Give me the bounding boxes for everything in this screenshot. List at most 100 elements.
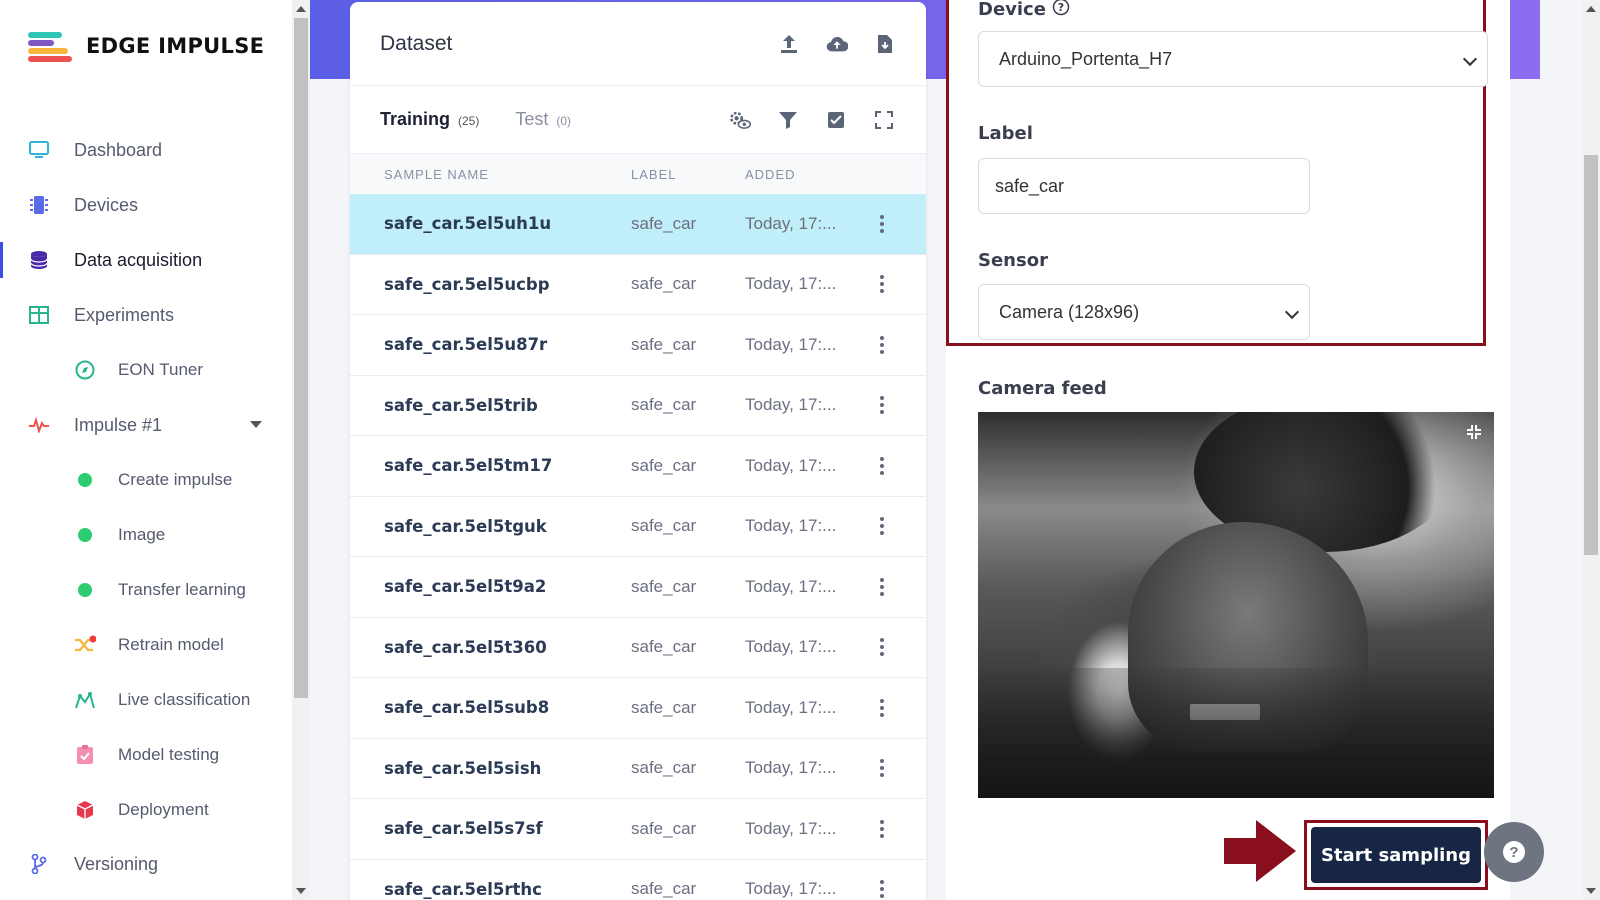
table-row[interactable]: safe_car.5el5rthc safe_car Today, 17:... <box>350 860 926 900</box>
more-options-icon[interactable] <box>872 335 892 354</box>
minimize-icon[interactable] <box>1466 424 1482 440</box>
collect-data-panel: Device ? Arduino_Portenta_H7 Label safe_… <box>946 0 1544 900</box>
more-options-icon[interactable] <box>872 517 892 536</box>
label-input[interactable]: safe_car <box>978 158 1310 214</box>
fullscreen-icon[interactable] <box>872 108 896 132</box>
scroll-down-arrow-icon[interactable] <box>1586 888 1596 894</box>
live-icon <box>74 689 96 711</box>
sidebar-item-dashboard[interactable]: Dashboard <box>0 128 292 172</box>
table-row[interactable]: safe_car.5el5tguk safe_car Today, 17:... <box>350 497 926 557</box>
more-options-icon[interactable] <box>872 880 892 899</box>
sidebar-item-impulse[interactable]: Impulse #1 <box>0 403 292 447</box>
sidebar-item-label: Deployment <box>118 800 209 819</box>
scroll-up-arrow-icon[interactable] <box>296 6 306 12</box>
sidebar-item-retrain-model[interactable]: Retrain model <box>0 623 292 667</box>
table-row[interactable]: safe_car.5el5trib safe_car Today, 17:... <box>350 376 926 436</box>
table-row[interactable]: safe_car.5el5t360 safe_car Today, 17:... <box>350 618 926 678</box>
column-header-added[interactable]: ADDED <box>745 167 865 182</box>
more-options-icon[interactable] <box>872 759 892 778</box>
chevron-down-icon <box>1284 304 1300 320</box>
sidebar-item-versioning[interactable]: Versioning <box>0 842 292 886</box>
sample-added: Today, 17:... <box>745 334 837 354</box>
more-options-icon[interactable] <box>872 638 892 657</box>
sidebar-item-transfer-learning[interactable]: Transfer learning <box>0 568 292 612</box>
dataset-tabs: Training (25) Test (0) <box>350 86 926 154</box>
camera-feed-preview <box>978 412 1494 798</box>
chip-icon <box>28 194 50 216</box>
table-row[interactable]: safe_car.5el5t9a2 safe_car Today, 17:... <box>350 557 926 618</box>
sample-name: safe_car.5el5trib <box>384 395 538 415</box>
tab-test[interactable]: Test (0) <box>515 109 571 130</box>
help-button[interactable]: ? <box>1484 822 1544 882</box>
column-header-label[interactable]: LABEL <box>631 167 745 182</box>
sidebar-item-image[interactable]: Image <box>0 513 292 557</box>
sample-added: Today, 17:... <box>745 395 837 415</box>
sample-name: safe_car.5el5uh1u <box>384 214 552 234</box>
more-options-icon[interactable] <box>872 698 892 717</box>
filter-icon[interactable] <box>776 108 800 132</box>
tab-training[interactable]: Training (25) <box>380 109 479 130</box>
main-scrollbar-thumb[interactable] <box>1584 155 1598 555</box>
sidebar-item-label: Impulse #1 <box>74 414 163 435</box>
sidebar-item-devices[interactable]: Devices <box>0 183 292 227</box>
sidebar-scrollbar[interactable] <box>292 0 310 900</box>
sidebar-item-experiments[interactable]: Experiments <box>0 293 292 337</box>
settings-view-icon[interactable] <box>728 108 752 132</box>
table-row[interactable]: safe_car.5el5u87r safe_car Today, 17:... <box>350 315 926 376</box>
sample-label: safe_car <box>631 395 697 415</box>
green-dot-icon <box>74 579 96 601</box>
cube-icon <box>74 799 96 821</box>
sample-name: safe_car.5el5sish <box>384 758 542 778</box>
device-select[interactable]: Arduino_Portenta_H7 <box>978 31 1488 87</box>
more-options-icon[interactable] <box>872 819 892 838</box>
chevron-down-icon[interactable] <box>250 421 262 428</box>
svg-text:?: ? <box>1058 1 1064 14</box>
sample-added: Today, 17:... <box>745 455 837 475</box>
sample-added: Today, 17:... <box>745 516 837 536</box>
more-options-icon[interactable] <box>872 214 892 233</box>
more-options-icon[interactable] <box>872 396 892 415</box>
more-options-icon[interactable] <box>872 456 892 475</box>
app-logo[interactable]: EDGE IMPULSE <box>28 30 264 62</box>
more-options-icon[interactable] <box>872 577 892 596</box>
sidebar-item-label: Dashboard <box>74 139 163 160</box>
sidebar-item-model-testing[interactable]: Model testing <box>0 733 292 777</box>
table-grid-icon <box>28 304 50 326</box>
sample-label: safe_car <box>631 818 697 838</box>
sample-label: safe_car <box>631 637 697 657</box>
scroll-up-arrow-icon[interactable] <box>1586 6 1596 12</box>
select-checkbox-icon[interactable] <box>824 108 848 132</box>
sensor-field-label: Sensor <box>978 250 1048 271</box>
sample-added: Today, 17:... <box>745 697 837 717</box>
sidebar-item-create-impulse[interactable]: Create impulse <box>0 458 292 502</box>
cloud-upload-icon[interactable] <box>826 33 848 55</box>
sidebar-item-eon-tuner[interactable]: EON Tuner <box>0 348 292 392</box>
table-row[interactable]: safe_car.5el5ucbp safe_car Today, 17:... <box>350 255 926 315</box>
scroll-down-arrow-icon[interactable] <box>296 888 306 894</box>
table-row[interactable]: safe_car.5el5sish safe_car Today, 17:... <box>350 739 926 799</box>
sample-name: safe_car.5el5tm17 <box>384 456 553 476</box>
upload-icon[interactable] <box>778 33 800 55</box>
sidebar-item-live-classification[interactable]: Live classification <box>0 678 292 722</box>
sidebar-item-label: Transfer learning <box>118 580 246 599</box>
table-header: SAMPLE NAME LABEL ADDED <box>350 154 926 194</box>
help-circle-icon[interactable]: ? <box>1052 0 1070 21</box>
download-file-icon[interactable] <box>874 33 896 55</box>
table-row[interactable]: safe_car.5el5sub8 safe_car Today, 17:... <box>350 678 926 739</box>
sidebar-scrollbar-thumb[interactable] <box>294 18 308 698</box>
sample-label: safe_car <box>631 697 697 717</box>
main-scrollbar[interactable] <box>1582 0 1600 900</box>
table-row[interactable]: safe_car.5el5uh1u safe_car Today, 17:... <box>350 194 926 255</box>
more-options-icon[interactable] <box>872 275 892 294</box>
sensor-select[interactable]: Camera (128x96) <box>978 284 1310 340</box>
device-select-value: Arduino_Portenta_H7 <box>999 48 1173 69</box>
sidebar-item-deployment[interactable]: Deployment <box>0 788 292 832</box>
monitor-icon <box>28 139 50 161</box>
table-row[interactable]: safe_car.5el5s7sf safe_car Today, 17:... <box>350 799 926 860</box>
sidebar-item-data-acquisition[interactable]: Data acquisition <box>0 238 292 282</box>
red-arrow-icon <box>1224 820 1296 882</box>
sample-name: safe_car.5el5t9a2 <box>384 577 547 597</box>
start-sampling-button[interactable]: Start sampling <box>1304 820 1488 890</box>
column-header-sample-name[interactable]: SAMPLE NAME <box>384 167 631 182</box>
table-row[interactable]: safe_car.5el5tm17 safe_car Today, 17:... <box>350 436 926 497</box>
